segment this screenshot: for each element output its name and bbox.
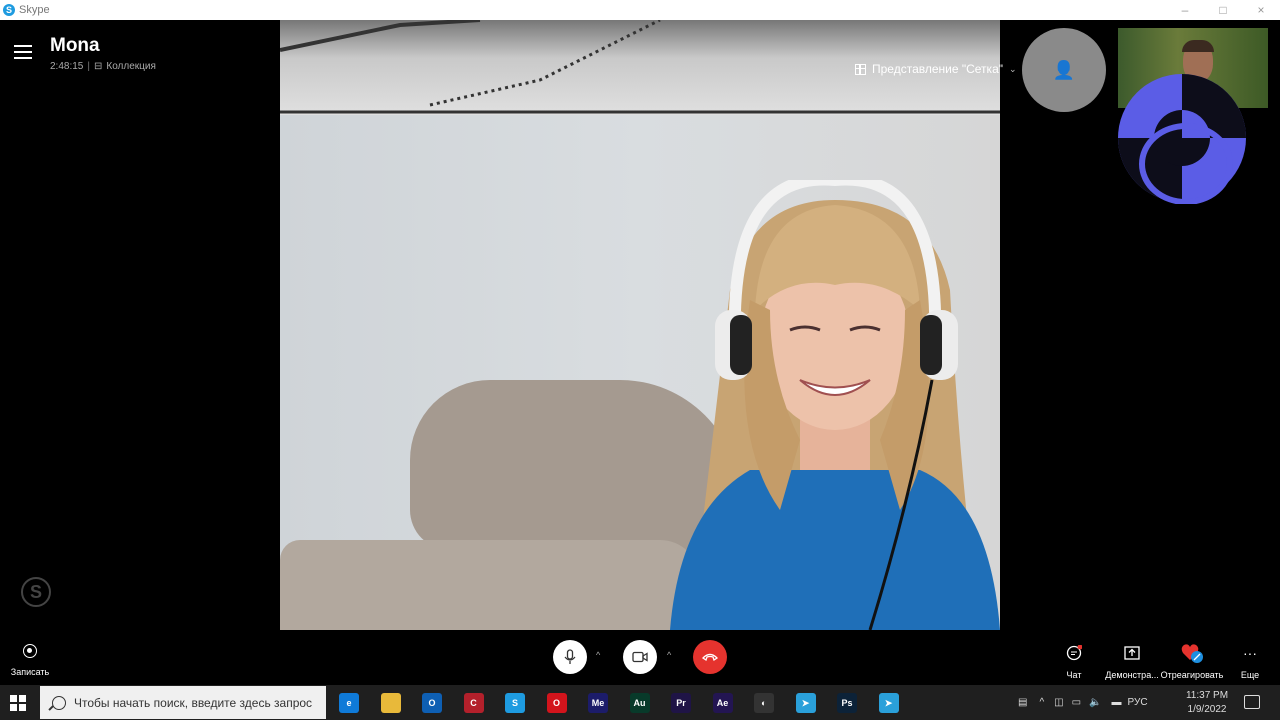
taskbar-edge-icon[interactable]: e: [339, 693, 359, 713]
hang-up-icon: [702, 653, 718, 662]
react-button[interactable]: Отреагировать: [1160, 644, 1224, 680]
sofa-seat: [280, 540, 700, 630]
more-label: Еще: [1240, 670, 1260, 680]
taskbar-telegram-desktop-icon[interactable]: ➤: [878, 693, 899, 713]
grid-icon: [855, 63, 866, 75]
taskbar-outlook-icon[interactable]: O: [422, 693, 442, 713]
microphone-icon: [564, 649, 576, 664]
taskbar-clock[interactable]: 11:37 PM 1/9/2022: [1182, 689, 1232, 717]
call-meta: 2:48:15 | ⊟ Коллекция: [50, 61, 156, 72]
call-duration: 2:48:15: [50, 61, 84, 72]
grid-view-button[interactable]: Представление "Сетка" ⌄: [855, 62, 1017, 76]
share-screen-button[interactable]: Демонстра...: [1100, 644, 1164, 680]
skype-watermark-icon: S: [21, 577, 51, 607]
clock-date: 1/9/2022: [1187, 704, 1227, 715]
heart-icon: [1160, 644, 1224, 663]
taskbar-photoshop-icon[interactable]: Ps: [837, 693, 857, 713]
taskbar-premiere-icon[interactable]: Pr: [671, 693, 691, 713]
close-button[interactable]: ×: [1242, 0, 1280, 20]
windows-taskbar: Чтобы начать поиск, введите здесь запрос…: [0, 685, 1280, 720]
chevron-down-icon: ⌄: [1009, 63, 1017, 74]
minimize-button[interactable]: –: [1166, 0, 1204, 20]
search-icon: [52, 695, 66, 710]
window-controls: – □ ×: [1166, 0, 1280, 20]
menu-icon[interactable]: [14, 45, 32, 59]
display-icon[interactable]: ◫: [1054, 697, 1063, 708]
taskbar-skype-icon[interactable]: S: [505, 693, 525, 713]
participant-video-person: [670, 180, 1000, 630]
grid-view-label: Представление "Сетка": [872, 62, 1004, 76]
collection-link[interactable]: Коллекция: [106, 61, 156, 72]
mic-options-chevron-icon[interactable]: ^: [596, 650, 600, 660]
volume-icon[interactable]: 🔈: [1089, 697, 1101, 708]
overlay-logo: [1118, 74, 1246, 204]
self-preview-hair: [1182, 40, 1214, 52]
camera-icon: [632, 651, 648, 663]
taskbar-telegram-icon[interactable]: ➤: [795, 693, 816, 713]
call-controls-bar: Записать ^ ^ Чат Демонстра... Отреагиров…: [0, 630, 1280, 685]
collection-icon[interactable]: ⊟: [94, 61, 102, 72]
title-bar: S Skype – □ ×: [0, 0, 1280, 20]
clock-time: 11:37 PM: [1185, 690, 1229, 701]
end-call-button[interactable]: [693, 640, 727, 674]
maximize-button[interactable]: □: [1204, 0, 1242, 20]
share-screen-label: Демонстра...: [1105, 670, 1159, 680]
main-video[interactable]: [280, 20, 1000, 630]
windows-start-icon[interactable]: [10, 695, 26, 711]
separator: |: [87, 61, 90, 72]
record-button[interactable]: Записать: [10, 644, 50, 677]
more-button[interactable]: ··· Еще: [1236, 644, 1264, 680]
chat-icon: [1058, 644, 1090, 662]
record-label: Записать: [10, 667, 50, 677]
add-person-icon: 👤: [1052, 59, 1076, 80]
network-icon[interactable]: ▭: [1072, 697, 1081, 708]
taskbar-search-box[interactable]: Чтобы начать поиск, введите здесь запрос: [40, 686, 326, 719]
search-placeholder: Чтобы начать поиск, введите здесь запрос: [74, 695, 313, 710]
language-indicator[interactable]: РУС: [1128, 697, 1148, 708]
more-dots-icon: ···: [1243, 645, 1257, 661]
taskbar-obs-icon[interactable]: ◐: [754, 693, 774, 713]
window-title: Skype: [19, 4, 50, 16]
system-tray: ▤ ^ ◫ ▭ 🔈 ▬ РУС: [1018, 685, 1148, 720]
record-icon: [23, 644, 37, 658]
chevron-up-icon[interactable]: ^: [1039, 697, 1044, 708]
news-icon[interactable]: ▤: [1018, 697, 1027, 708]
taskbar-after-effects-icon[interactable]: Ae: [712, 693, 733, 713]
video-button[interactable]: [623, 640, 657, 674]
taskbar-ccleaner-icon[interactable]: C: [463, 693, 484, 713]
taskbar-file-explorer-icon[interactable]: [380, 693, 401, 713]
react-label: Отреагировать: [1160, 670, 1224, 680]
share-screen-icon: [1100, 644, 1164, 662]
notifications-icon[interactable]: [1244, 695, 1260, 709]
chat-button[interactable]: Чат: [1058, 644, 1090, 680]
add-participant-button[interactable]: 👤: [1022, 28, 1106, 112]
taskbar-audition-icon[interactable]: Au: [629, 693, 650, 713]
taskbar-media-encoder-icon[interactable]: Me: [588, 693, 608, 713]
battery-icon[interactable]: ▬: [1112, 697, 1122, 708]
taskbar-opera-icon[interactable]: O: [546, 693, 567, 713]
skype-logo-icon: S: [3, 4, 15, 16]
mute-button[interactable]: [553, 640, 587, 674]
video-options-chevron-icon[interactable]: ^: [667, 650, 671, 660]
contact-name: Mona: [50, 35, 100, 56]
chat-label: Чат: [1066, 670, 1082, 680]
